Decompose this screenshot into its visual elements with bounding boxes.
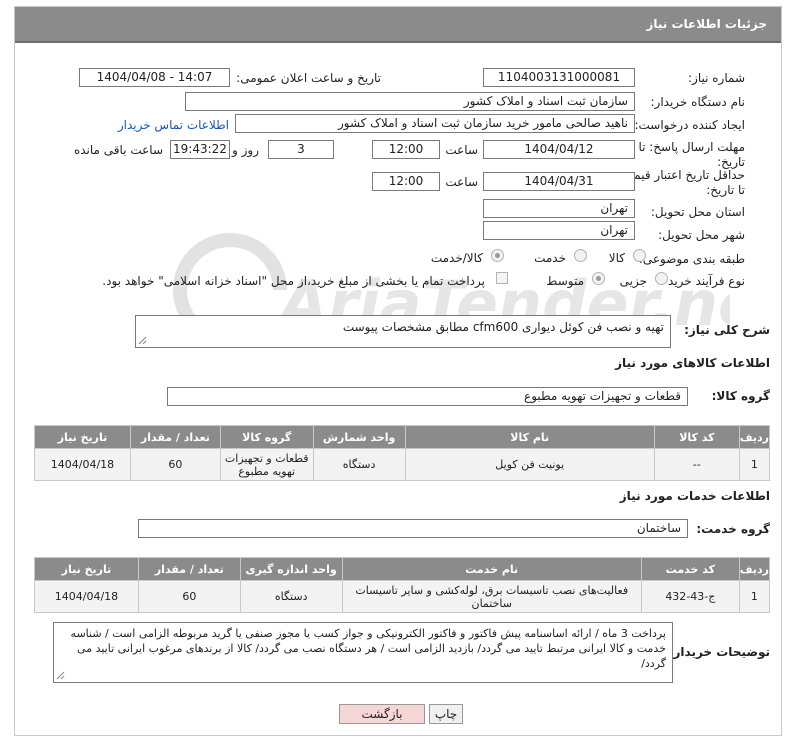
process-radio-medium[interactable] <box>592 272 605 285</box>
need-number-field: 1104003131000081 <box>483 68 635 87</box>
buyer-contact-link[interactable]: اطلاعات تماس خریدار <box>118 118 229 132</box>
col-row: ردیف <box>738 557 771 581</box>
days-label: روز و <box>232 143 259 157</box>
col-unit: واحد شمارش <box>312 425 406 449</box>
process-type-label: نوع فرآیند خرید : <box>660 274 745 288</box>
cell-unit: دستگاه <box>312 448 406 481</box>
cell-quantity: 60 <box>129 448 221 481</box>
col-quantity: تعداد / مقدار <box>137 557 241 581</box>
buyer-org-field: سازمان ثبت اسناد و املاک کشور <box>185 92 635 111</box>
price-deadline-time-label: ساعت <box>445 175 478 189</box>
goods-table-header: ردیف کد کالا نام کالا واحد شمارش گروه کا… <box>34 425 771 449</box>
col-need-date: تاریخ نیاز <box>34 557 139 581</box>
col-need-date: تاریخ نیاز <box>34 425 131 449</box>
requester-label: ایجاد کننده درخواست: <box>634 118 745 132</box>
send-deadline-label-line2: تاریخ: <box>717 155 745 169</box>
services-table: ردیف کد خدمت نام خدمت واحد اندازه گیری ت… <box>34 557 771 613</box>
category-radio-service[interactable] <box>574 249 587 262</box>
price-deadline-time-field: 12:00 <box>372 172 440 191</box>
send-deadline-date-field: 1404/04/12 <box>483 140 635 159</box>
province-field: تهران <box>483 199 635 218</box>
requester-field: ناهید صالحی مامور خرید سازمان ثبت اسناد … <box>235 114 635 133</box>
remaining-time-field: 19:43:22 <box>170 140 230 159</box>
price-deadline-label-line2: تا تاریخ: <box>706 183 745 197</box>
cell-code: ج-43-432 <box>640 580 740 613</box>
cell-name: یونیت فن کویل <box>404 448 655 481</box>
resize-grip-icon[interactable] <box>56 671 65 680</box>
goods-group-label: گروه کالا: <box>711 389 770 403</box>
category-option-service: خدمت <box>534 251 566 265</box>
category-radio-goods-service[interactable] <box>491 249 504 262</box>
service-group-label: گروه خدمت: <box>696 522 770 536</box>
service-group-field: ساختمان <box>138 519 688 538</box>
goods-section-title: اطلاعات کالاهای مورد نیاز <box>615 356 770 370</box>
process-radio-minor[interactable] <box>655 272 668 285</box>
col-service-code: کد خدمت <box>640 557 740 581</box>
cell-name: فعالیت‌های نصب تاسیسات برق، لوله‌کشی و س… <box>341 580 642 613</box>
send-deadline-label: مهلت ارسال پاسخ: تا <box>638 140 745 154</box>
col-goods-group: گروه کالا <box>219 425 314 449</box>
goods-table: ردیف کد کالا نام کالا واحد شمارش گروه کا… <box>34 425 771 481</box>
col-goods-name: نام کالا <box>404 425 655 449</box>
description-label: شرح کلی نیاز: <box>684 323 770 337</box>
table-row: 1 ج-43-432 فعالیت‌های نصب تاسیسات برق، ل… <box>34 580 771 613</box>
category-radio-goods[interactable] <box>633 249 646 262</box>
panel-header: جزئیات اطلاعات نیاز <box>15 7 781 43</box>
col-service-name: نام خدمت <box>341 557 642 581</box>
city-label: شهر محل تحویل: <box>658 228 745 242</box>
city-field: تهران <box>483 221 635 240</box>
cell-unit: دستگاه <box>239 580 343 613</box>
services-section-title: اطلاعات خدمات مورد نیاز <box>619 489 770 503</box>
resize-grip-icon[interactable] <box>138 336 147 345</box>
province-label: استان محل تحویل: <box>650 205 745 219</box>
cell-code: -- <box>653 448 740 481</box>
announce-label: تاریخ و ساعت اعلان عمومی: <box>236 71 381 85</box>
col-measure-unit: واحد اندازه گیری <box>239 557 343 581</box>
buyer-notes-textarea[interactable]: پرداخت 3 ماه / ارائه اساسنامه پیش فاکتور… <box>53 622 673 683</box>
remaining-days-field: 3 <box>268 140 334 159</box>
services-table-header: ردیف کد خدمت نام خدمت واحد اندازه گیری ت… <box>34 557 771 581</box>
need-number-label: شماره نیاز: <box>688 71 745 85</box>
back-button[interactable]: بازگشت <box>339 704 425 724</box>
category-label: طبقه بندی موضوعی: <box>638 252 745 266</box>
buyer-org-label: نام دستگاه خریدار: <box>650 95 746 109</box>
goods-group-field: قطعات و تجهیزات تهویه مطبوع <box>167 387 688 406</box>
description-text: تهیه و نصب فن کوئل دیواری cfm600 مطابق م… <box>342 320 664 334</box>
cell-row: 1 <box>738 448 771 481</box>
description-textarea[interactable]: تهیه و نصب فن کوئل دیواری cfm600 مطابق م… <box>135 315 671 348</box>
price-deadline-label: حداقل تاریخ اعتبار قیمت: <box>618 168 745 182</box>
cell-group: قطعات و تجهیزات تهویه مطبوع <box>219 448 314 481</box>
treasury-payment-note: پرداخت تمام یا بخشی از مبلغ خرید،از محل … <box>102 274 485 288</box>
buyer-notes-text: پرداخت 3 ماه / ارائه اساسنامه پیش فاکتور… <box>70 627 666 670</box>
announce-datetime-field: 1404/04/08 - 14:07 <box>79 68 230 87</box>
send-deadline-time-field: 12:00 <box>372 140 440 159</box>
treasury-payment-checkbox[interactable] <box>496 272 508 284</box>
cell-date: 1404/04/18 <box>34 580 139 613</box>
buyer-notes-label: توضیحات خریدار: <box>668 645 770 659</box>
col-row: ردیف <box>738 425 771 449</box>
print-button[interactable]: چاپ <box>429 704 463 724</box>
send-deadline-time-label: ساعت <box>445 143 478 157</box>
price-deadline-date-field: 1404/04/31 <box>483 172 635 191</box>
remaining-label: ساعت باقی مانده <box>73 143 163 157</box>
category-option-goods: کالا <box>608 251 625 265</box>
col-goods-code: کد کالا <box>653 425 740 449</box>
col-quantity: تعداد / مقدار <box>129 425 221 449</box>
process-option-minor: جزیی <box>619 274 647 288</box>
cell-quantity: 60 <box>137 580 241 613</box>
process-option-medium: متوسط <box>546 274 584 288</box>
table-row: 1 -- یونیت فن کویل دستگاه قطعات و تجهیزا… <box>34 448 771 481</box>
panel-title: جزئیات اطلاعات نیاز <box>646 17 767 31</box>
category-option-goods-service: کالا/خدمت <box>430 251 483 265</box>
cell-row: 1 <box>738 580 771 613</box>
cell-date: 1404/04/18 <box>34 448 131 481</box>
